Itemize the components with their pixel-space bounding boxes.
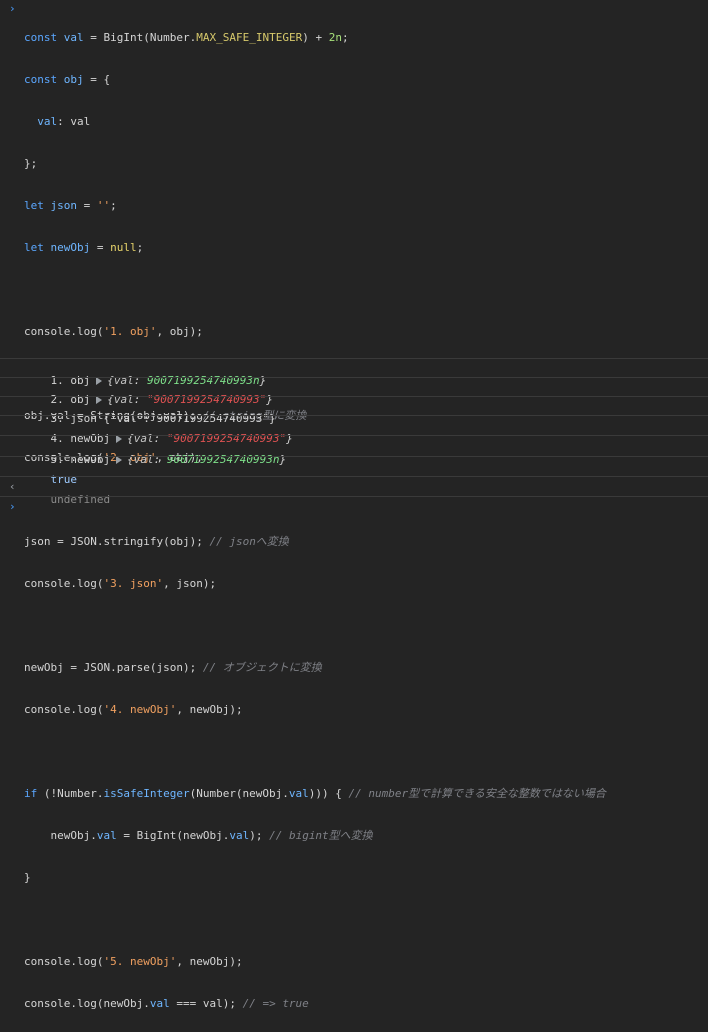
input-chevron-icon: › — [9, 2, 16, 15]
result-arrow-icon: ‹ — [9, 480, 16, 493]
console-output-row: 3. json {"val":"9007199254740993"} — [0, 396, 708, 425]
console-result-row: ‹ undefined — [0, 476, 708, 506]
code-line: newObj.val = BigInt(newObj.val); // bigi… — [24, 829, 373, 842]
code-editor[interactable]: const val = BigInt(Number.MAX_SAFE_INTEG… — [24, 3, 606, 1032]
console-output-row: 5. newObj {val: 9007199254740993n} — [0, 435, 708, 466]
code-line: val: val — [37, 115, 91, 128]
code-line: console.log(newObj.val === val); // => t… — [24, 997, 309, 1010]
code-line: } — [24, 871, 31, 884]
prompt-chevron-icon: › — [9, 500, 16, 513]
console-output-row: true — [0, 456, 708, 486]
code-line: json = JSON.stringify(obj); // jsonへ変換 — [24, 535, 289, 548]
console-output-row: 1. obj {val: 9007199254740993n} — [0, 358, 708, 387]
console-input-block: › const val = BigInt(Number.MAX_SAFE_INT… — [0, 0, 708, 1010]
code-line: console.log('5. newObj', newObj); — [24, 955, 243, 968]
console-prompt-row[interactable]: › — [0, 496, 708, 517]
code-line: const val = BigInt(Number.MAX_SAFE_INTEG… — [24, 31, 349, 44]
console-output-row: 4. newObj {val: "9007199254740993"} — [0, 415, 708, 445]
code-line: console.log('3. json', json); — [24, 577, 217, 590]
code-line: if (!Number.isSafeInteger(Number(newObj.… — [24, 787, 606, 800]
code-line: }; — [24, 157, 38, 170]
code-line: console.log('1. obj', obj); — [24, 325, 203, 338]
code-line: console.log('4. newObj', newObj); — [24, 703, 243, 716]
code-line: let newObj = null; — [24, 241, 144, 254]
code-line: let json = ''; — [24, 199, 117, 212]
code-line: const obj = { — [24, 73, 111, 86]
code-line: newObj = JSON.parse(json); // オブジェクトに変換 — [24, 661, 322, 674]
console-output-row: 2. obj {val: "9007199254740993"} — [0, 377, 708, 406]
